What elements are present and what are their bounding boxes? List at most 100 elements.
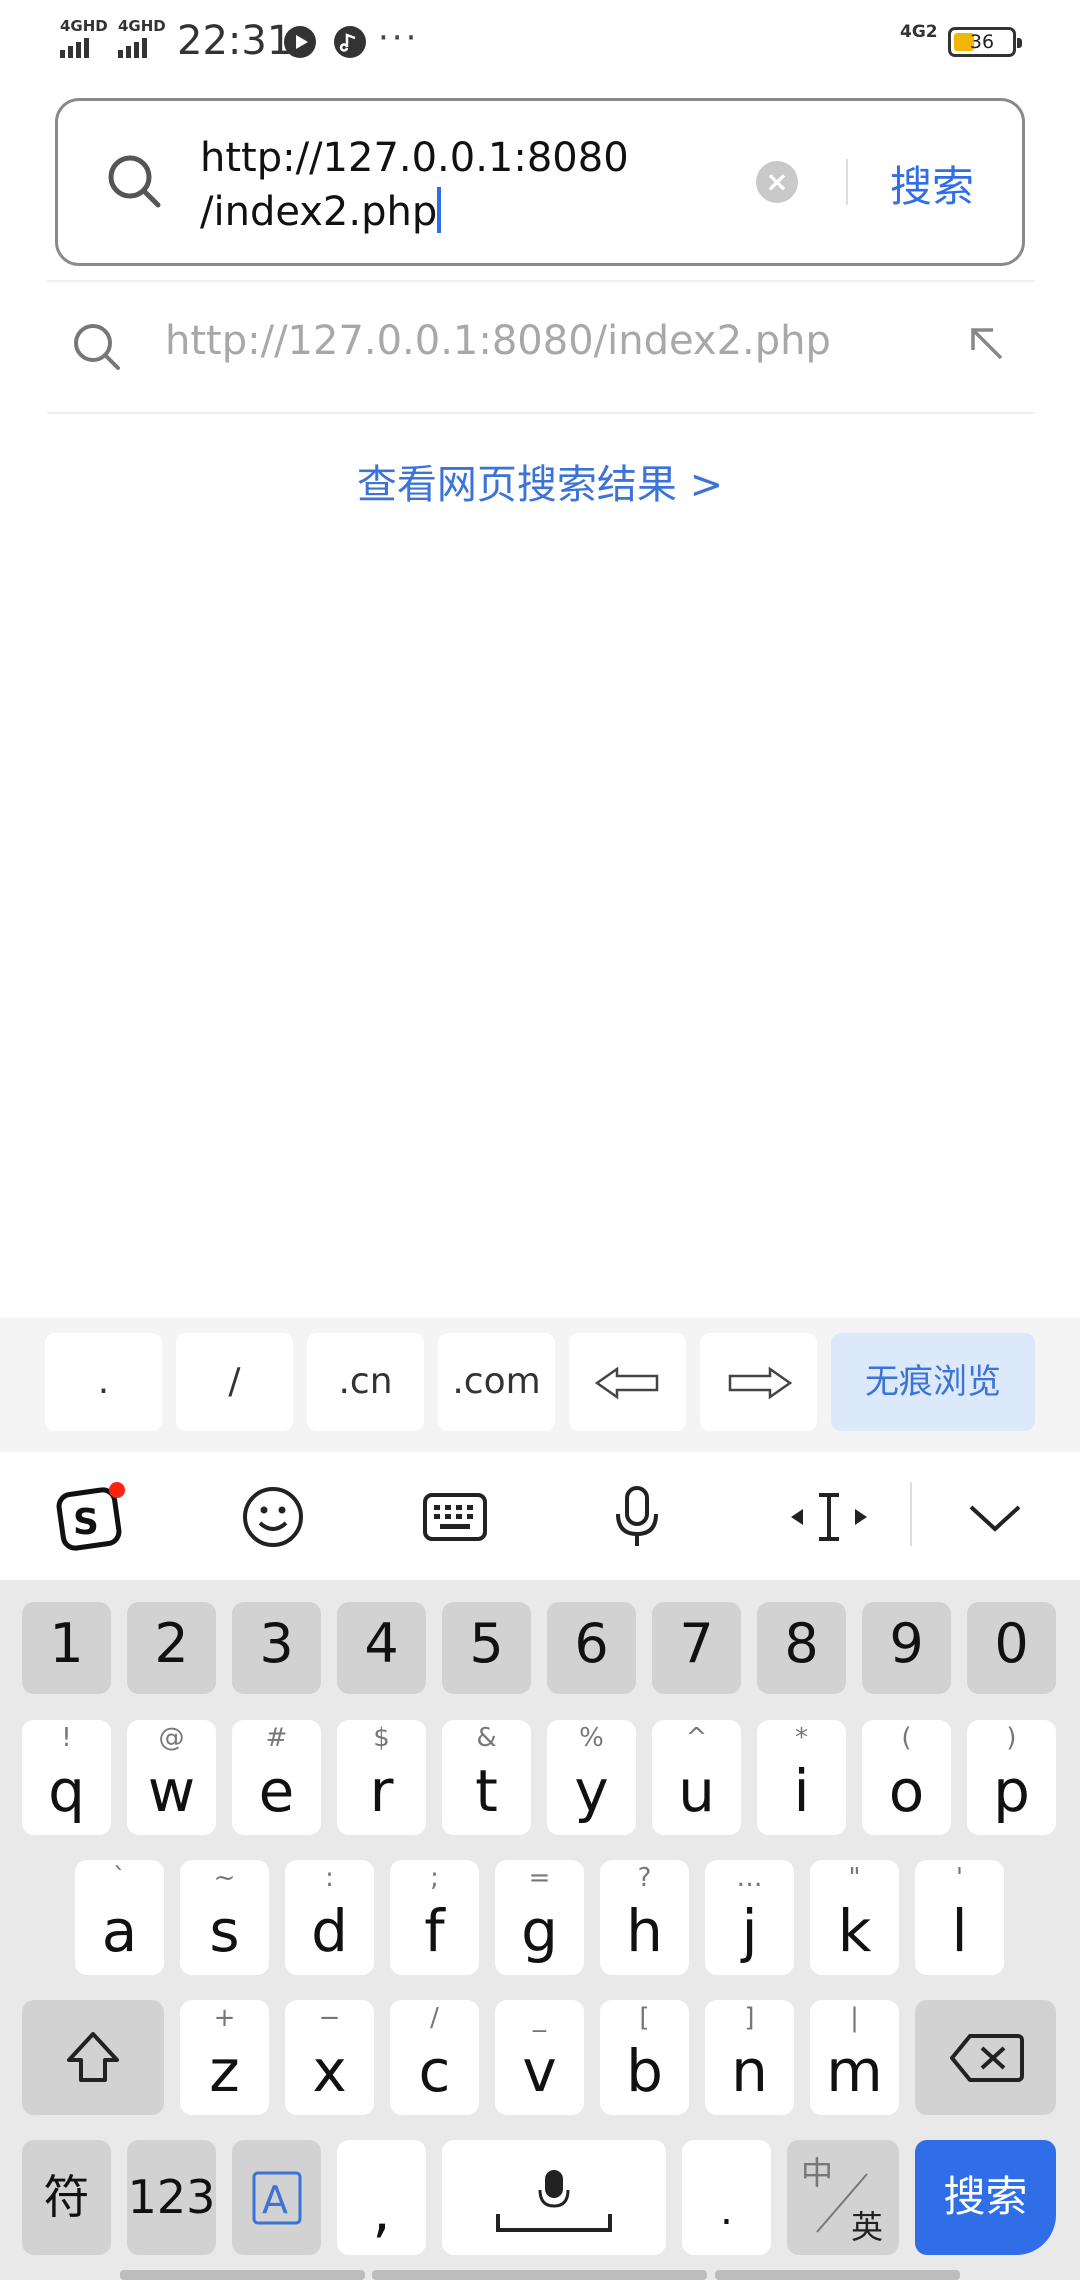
battery-level: 36: [969, 31, 995, 53]
key-5[interactable]: 5: [442, 1602, 531, 1694]
lang-en-label: 英: [851, 2208, 884, 2246]
key-r[interactable]: $ r: [337, 1720, 426, 1835]
video-app-icon: [284, 26, 316, 58]
key-n[interactable]: ] n: [705, 2000, 794, 2115]
divider: [47, 412, 1035, 414]
key-2[interactable]: 2: [127, 1602, 216, 1694]
shortcut-slash[interactable]: /: [176, 1333, 293, 1431]
keyboard-shortcut-row: . / .cn .com 无痕浏览: [0, 1318, 1080, 1452]
shortcut-dot[interactable]: .: [45, 1333, 162, 1431]
microphone-icon[interactable]: [602, 1482, 672, 1552]
key-a[interactable]: ` a: [75, 1860, 164, 1975]
key-x[interactable]: − x: [285, 2000, 374, 2115]
key-t[interactable]: & t: [442, 1720, 531, 1835]
more-notifications-icon: ···: [378, 18, 420, 58]
key-l[interactable]: ' l: [915, 1860, 1004, 1975]
music-app-icon: [334, 26, 366, 58]
svg-text:S: S: [73, 1502, 99, 1543]
backspace-key[interactable]: [915, 2000, 1056, 2115]
key-f[interactable]: ; f: [390, 1860, 479, 1975]
cursor-move-icon[interactable]: [784, 1482, 874, 1552]
key-c[interactable]: / c: [390, 2000, 479, 2115]
key-m[interactable]: | m: [810, 2000, 899, 2115]
space-mic-icon: [496, 2170, 612, 2232]
gesture-bar: [372, 2270, 707, 2280]
numeric-key[interactable]: 123: [127, 2140, 216, 2255]
view-web-results-link[interactable]: 查看网页搜索结果 >: [0, 452, 1080, 510]
text-cursor: [437, 187, 442, 233]
keyboard-icon[interactable]: [420, 1482, 490, 1552]
url-line-1: http://127.0.0.1:8080: [200, 135, 629, 181]
key-6[interactable]: 6: [547, 1602, 636, 1694]
gesture-bar: [715, 2270, 960, 2280]
space-key[interactable]: [442, 2140, 666, 2255]
key-v[interactable]: _ v: [495, 2000, 584, 2115]
key-j[interactable]: … j: [705, 1860, 794, 1975]
url-line-2-text: /index2.php: [200, 189, 438, 235]
key-u[interactable]: ^ u: [652, 1720, 741, 1835]
cursor-right-button[interactable]: [700, 1333, 817, 1431]
clear-icon[interactable]: ×: [756, 161, 798, 203]
search-input[interactable]: http://127.0.0.1:8080 /index2.php: [200, 131, 660, 239]
language-switch-key[interactable]: 中 英: [787, 2140, 899, 2255]
arrow-up-left-icon[interactable]: [967, 324, 1007, 374]
key-9[interactable]: 9: [862, 1602, 951, 1694]
key-k[interactable]: " k: [810, 1860, 899, 1975]
shortcut-cn[interactable]: .cn: [307, 1333, 424, 1431]
collapse-icon[interactable]: [960, 1482, 1030, 1552]
key-b[interactable]: [b: [600, 2000, 689, 2115]
key-e[interactable]: # e: [232, 1720, 321, 1835]
incognito-browse-button[interactable]: 无痕浏览: [831, 1333, 1035, 1431]
shift-key[interactable]: [22, 2000, 164, 2115]
search-button[interactable]: 搜索: [890, 153, 974, 214]
comma-key[interactable]: ,: [337, 2140, 426, 2255]
key-s[interactable]: ~ s: [180, 1860, 269, 1975]
sim1-label: 4GHD: [60, 17, 108, 35]
key-z[interactable]: + z: [180, 2000, 269, 2115]
keyboard-toolbar: S: [0, 1452, 1080, 1580]
key-1[interactable]: 1: [22, 1602, 111, 1694]
key-4[interactable]: 4: [337, 1602, 426, 1694]
gesture-bar: [120, 2270, 365, 2280]
status-bar: 4GHD 4GHD 22:31 ··· 4G2 36: [0, 0, 1080, 86]
suggestion-item[interactable]: http://127.0.0.1:8080/index2.php: [47, 282, 1035, 412]
key-y[interactable]: % y: [547, 1720, 636, 1835]
sim1-signal-icon: 4GHD: [60, 18, 108, 58]
key-0[interactable]: 0: [967, 1602, 1056, 1694]
key-h[interactable]: ? h: [600, 1860, 689, 1975]
key-p[interactable]: ) p: [967, 1720, 1056, 1835]
suggestion-text: http://127.0.0.1:8080/index2.php: [165, 318, 831, 364]
emoji-icon[interactable]: [238, 1482, 308, 1552]
key-g[interactable]: = g: [495, 1860, 584, 1975]
battery-icon: 36: [948, 27, 1022, 57]
keyboard-search-key[interactable]: 搜索: [915, 2140, 1056, 2255]
cursor-left-button[interactable]: [569, 1333, 686, 1431]
arrow-left-icon: [594, 1366, 658, 1400]
keyboard: 1 2 3 4 5 6 7 8 9 0 ! q @ w # e $ r & t % y ^ u…: [0, 1580, 1080, 2280]
period-key[interactable]: .: [682, 2140, 771, 2255]
shift-icon: [67, 2032, 119, 2082]
key-7[interactable]: 7: [652, 1602, 741, 1694]
svg-text:A: A: [262, 2178, 288, 2222]
key-3[interactable]: 3: [232, 1602, 321, 1694]
network-type: 4G2: [900, 22, 938, 42]
key-i[interactable]: * i: [757, 1720, 846, 1835]
clock: 22:31: [177, 18, 293, 64]
divider: [846, 159, 848, 205]
search-icon: [106, 153, 162, 213]
key-q[interactable]: ! q: [22, 1720, 111, 1835]
sim2-signal-icon: 4GHD: [118, 18, 166, 58]
url-line-2: /index2.php: [200, 185, 660, 239]
search-box[interactable]: http://127.0.0.1:8080 /index2.php × 搜索: [55, 98, 1025, 266]
divider: [910, 1482, 912, 1546]
key-d[interactable]: :d: [285, 1860, 374, 1975]
symbols-key[interactable]: 符: [22, 2140, 111, 2255]
input-mode-a-icon: A: [252, 2171, 301, 2225]
sogou-logo-icon[interactable]: S: [55, 1482, 125, 1552]
key-w[interactable]: @ w: [127, 1720, 216, 1835]
key-8[interactable]: 8: [757, 1602, 846, 1694]
sim2-label: 4GHD: [118, 17, 166, 35]
shortcut-com[interactable]: .com: [438, 1333, 555, 1431]
key-o[interactable]: (o: [862, 1720, 951, 1835]
input-mode-key[interactable]: A: [232, 2140, 321, 2255]
